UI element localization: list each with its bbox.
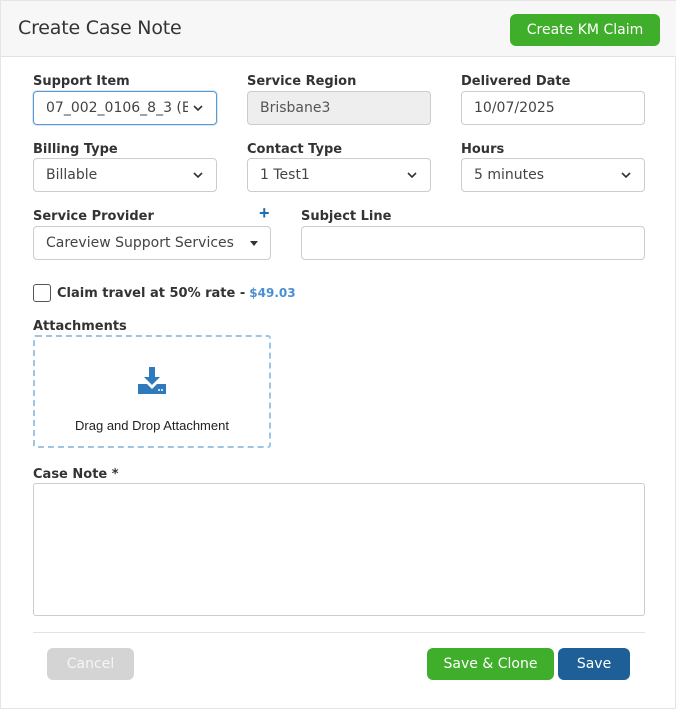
contact-type-value: 1 Test1 [260, 167, 310, 183]
case-note-textarea[interactable] [33, 483, 645, 616]
modal-header: Create Case Note Create KM Claim [1, 1, 676, 57]
dropzone-text: Drag and Drop Attachment [75, 418, 229, 433]
service-region-field: Brisbane3 [247, 91, 431, 125]
subject-line-label: Subject Line [301, 209, 392, 224]
create-km-claim-button[interactable]: Create KM Claim [510, 14, 660, 46]
service-provider-value: Careview Support Services [46, 235, 234, 251]
hours-value: 5 minutes [474, 167, 545, 183]
caret-down-icon [250, 240, 258, 246]
service-region-value: Brisbane3 [260, 100, 331, 116]
billing-type-label: Billing Type [33, 142, 118, 157]
service-provider-select[interactable]: Careview Support Services [33, 226, 271, 260]
attachments-label: Attachments [33, 319, 127, 334]
download-tray-icon [138, 367, 166, 394]
chevron-down-icon [193, 105, 203, 112]
claim-travel-label: Claim travel at 50% rate - [57, 285, 246, 301]
chevron-down-icon [621, 172, 631, 179]
contact-type-select[interactable]: 1 Test1 [247, 158, 431, 192]
billing-type-select[interactable]: Billable [33, 158, 217, 192]
contact-type-label: Contact Type [247, 142, 343, 157]
add-provider-icon[interactable]: + [259, 204, 270, 222]
save-and-clone-button[interactable]: Save & Clone [427, 648, 554, 680]
support-item-select[interactable]: 07_002_0106_8_3 (Brisbane3) [33, 91, 217, 125]
case-note-label: Case Note * [33, 467, 119, 482]
attachment-dropzone[interactable]: Drag and Drop Attachment [33, 335, 271, 448]
claim-travel-amount: $49.03 [249, 286, 296, 300]
modal-title: Create Case Note [18, 17, 182, 39]
hours-select[interactable]: 5 minutes [461, 158, 645, 192]
save-button[interactable]: Save [558, 648, 630, 680]
delivered-date-label: Delivered Date [461, 74, 571, 89]
chevron-down-icon [407, 172, 417, 179]
claim-travel-checkbox[interactable] [33, 284, 51, 302]
cancel-button[interactable]: Cancel [47, 648, 134, 680]
hours-label: Hours [461, 142, 505, 157]
claim-travel-row: Claim travel at 50% rate - $49.03 [33, 284, 296, 302]
support-item-label: Support Item [33, 74, 130, 89]
service-provider-label: Service Provider [33, 209, 154, 224]
delivered-date-input[interactable]: 10/07/2025 [461, 91, 645, 125]
delivered-date-value: 10/07/2025 [474, 100, 555, 116]
billing-type-value: Billable [46, 167, 98, 183]
support-item-value: 07_002_0106_8_3 (Brisbane3) [46, 100, 188, 116]
create-case-note-modal: Create Case Note Create KM Claim Support… [0, 0, 676, 709]
footer-divider [33, 632, 645, 633]
subject-line-input[interactable] [301, 226, 645, 260]
service-region-label: Service Region [247, 74, 357, 89]
chevron-down-icon [193, 172, 203, 179]
